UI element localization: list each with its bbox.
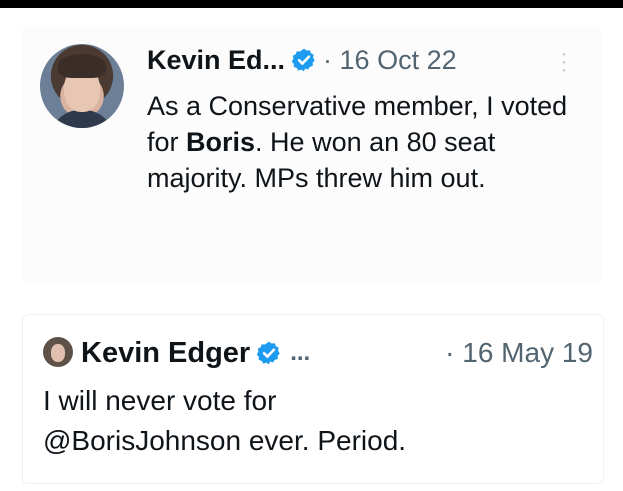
avatar-small[interactable] <box>43 337 73 367</box>
quoted-tweet-card[interactable]: Kevin Edger ... · 16 May 19 I will never… <box>22 314 604 484</box>
tweet-date[interactable]: · 16 Oct 22 <box>323 45 457 76</box>
name-ellipsis: ... <box>290 339 311 366</box>
separator <box>0 290 623 308</box>
avatar[interactable] <box>40 44 124 128</box>
avatar-hair <box>58 54 106 78</box>
avatar-small-face <box>51 344 65 362</box>
avatar-shirt <box>50 110 114 128</box>
top-black-bar <box>0 0 623 8</box>
author-name[interactable]: Kevin Ed... <box>147 45 285 76</box>
verified-badge-icon <box>256 340 282 366</box>
quoted-tweet-line-2: @BorisJohnson ever. Period. <box>43 425 407 456</box>
quoted-author-name[interactable]: Kevin Edger <box>81 337 250 370</box>
tweet-text-bold: Boris <box>186 127 256 157</box>
verified-badge-icon <box>291 47 317 73</box>
tweet-card-main[interactable]: Kevin Ed... · 16 Oct 22 · · · As a Conserv… <box>22 26 602 284</box>
quoted-tweet-header: Kevin Edger ... · 16 May 19 <box>81 333 593 373</box>
tweet-header: Kevin Ed... · 16 Oct 22 <box>147 42 457 78</box>
tweet-text: As a Conservative member, I voted for Bo… <box>147 88 592 196</box>
quoted-tweet-date[interactable]: · 16 May 19 <box>445 337 593 369</box>
quoted-tweet-text: I will never vote for @BorisJohnson ever… <box>43 381 583 461</box>
more-options-icon[interactable]: · · · <box>560 44 568 80</box>
quoted-tweet-line-1: I will never vote for <box>43 385 277 416</box>
